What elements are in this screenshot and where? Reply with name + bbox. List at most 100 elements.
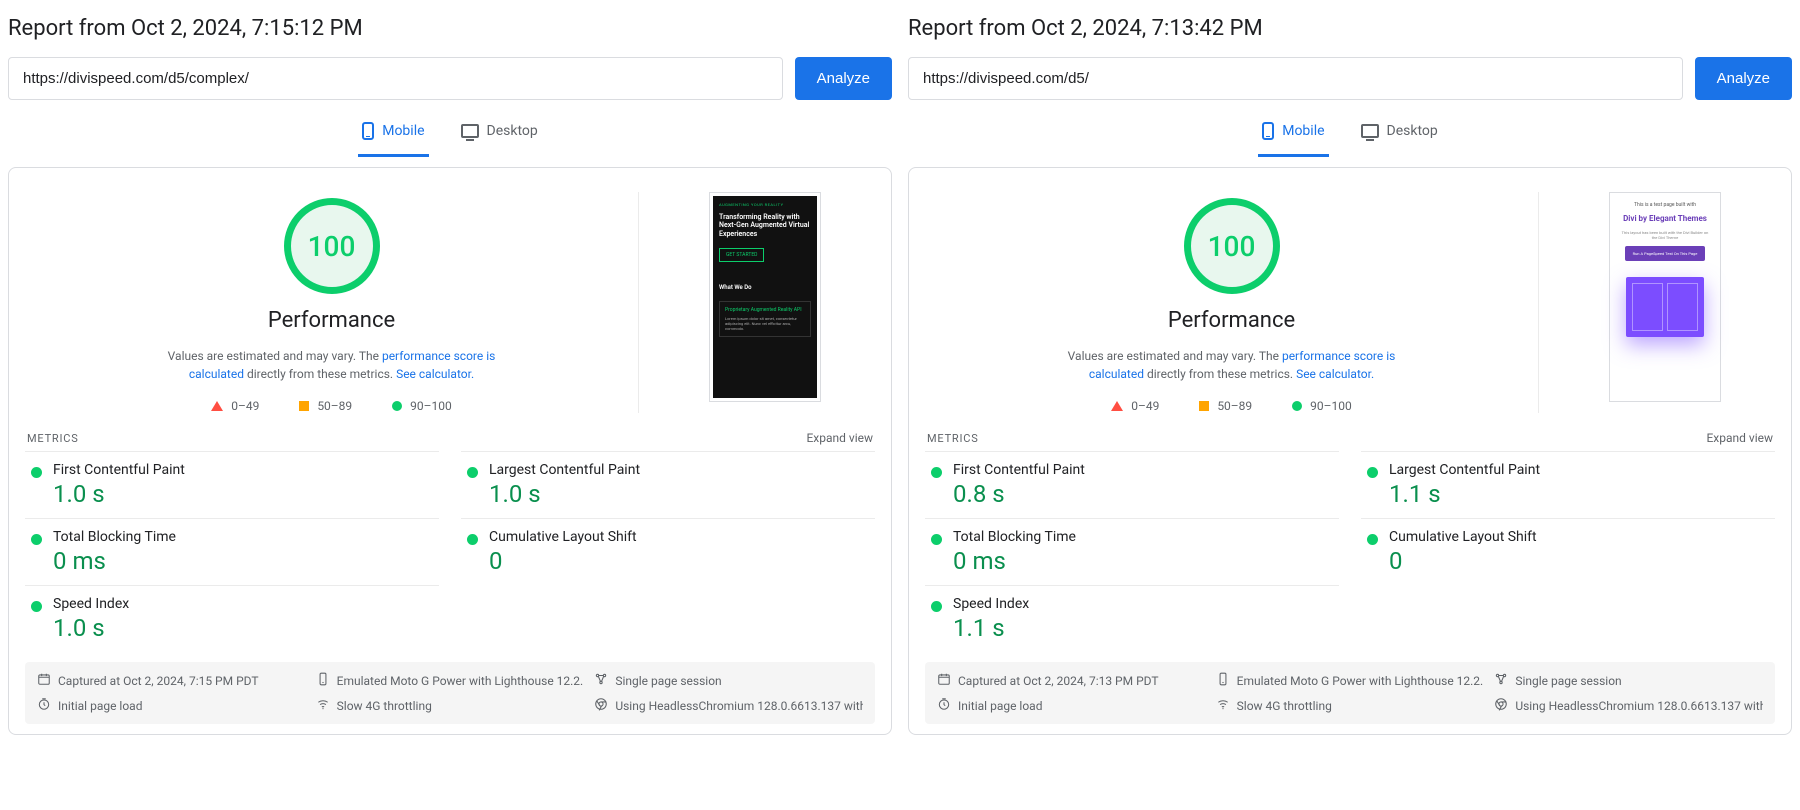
metric-value: 1.0 s	[53, 480, 439, 508]
metric-value: 1.1 s	[953, 614, 1339, 642]
url-input[interactable]	[8, 57, 783, 100]
metric-item: Cumulative Layout Shift 0	[1361, 518, 1775, 585]
browser: Using HeadlessChromium 128.0.6613.137 wi…	[594, 697, 863, 714]
emulated-device: Emulated Moto G Power with Lighthouse 12…	[316, 672, 585, 689]
score-legend: 0–49 50–89 90–100	[35, 399, 628, 413]
thumb-headline: Transforming Reality with Next-Gen Augme…	[719, 213, 811, 238]
metric-name: Total Blocking Time	[953, 529, 1339, 545]
tab-desktop[interactable]: Desktop	[1357, 112, 1442, 157]
see-calculator-link[interactable]: See calculator.	[396, 367, 474, 381]
metric-value: 0.8 s	[953, 480, 1339, 508]
metrics-grid: First Contentful Paint 1.0 s Largest Con…	[25, 451, 875, 652]
metric-item: Largest Contentful Paint 1.1 s	[1361, 451, 1775, 518]
metric-name: Largest Contentful Paint	[1389, 462, 1775, 478]
triangle-icon	[1111, 401, 1123, 411]
captured-at: Captured at Oct 2, 2024, 7:13 PM PDT	[937, 672, 1206, 689]
score-legend: 0–49 50–89 90–100	[935, 399, 1528, 413]
metric-name: Cumulative Layout Shift	[1389, 529, 1775, 545]
timer-icon	[37, 697, 51, 714]
thumb-subhead: What We Do	[719, 284, 811, 291]
url-input[interactable]	[908, 57, 1683, 100]
circle-icon	[1292, 401, 1302, 411]
metric-name: Cumulative Layout Shift	[489, 529, 875, 545]
metric-item: Largest Contentful Paint 1.0 s	[461, 451, 875, 518]
mobile-icon	[362, 122, 374, 140]
thumb-tag: AUGMENTING YOUR REALITY	[719, 202, 811, 207]
metric-item: First Contentful Paint 0.8 s	[925, 451, 1339, 518]
metric-item: Speed Index 1.1 s	[925, 585, 1339, 652]
tab-mobile[interactable]: Mobile	[1258, 112, 1328, 157]
tab-mobile[interactable]: Mobile	[358, 112, 428, 157]
legend-poor: 0–49	[211, 399, 259, 413]
wifi-icon	[1216, 697, 1230, 714]
metric-value: 1.0 s	[53, 614, 439, 642]
mobile-icon	[1262, 122, 1274, 140]
thumb-brand: Divi by Elegant Themes	[1623, 214, 1707, 224]
see-calculator-link[interactable]: See calculator.	[1296, 367, 1374, 381]
thumb-small: This layout has been built with the Divi…	[1619, 230, 1711, 240]
thumb-card: Proprietary Augmented Reality API Lorem …	[719, 301, 811, 337]
metric-value: 1.0 s	[489, 480, 875, 508]
env-footer: Captured at Oct 2, 2024, 7:13 PM PDT Emu…	[925, 662, 1775, 724]
captured-at: Captured at Oct 2, 2024, 7:15 PM PDT	[37, 672, 306, 689]
report-card: 100 Performance Values are estimated and…	[908, 167, 1792, 735]
page-thumbnail: AUGMENTING YOUR REALITY Transforming Rea…	[709, 192, 821, 402]
metrics-grid: First Contentful Paint 0.8 s Largest Con…	[925, 451, 1775, 652]
score-gauge: 100	[284, 198, 380, 294]
thumb-cta: GET STARTED	[719, 248, 764, 262]
calendar-icon	[937, 672, 951, 689]
legend-poor: 0–49	[1111, 399, 1159, 413]
square-icon	[1199, 401, 1209, 411]
report-panel: Report from Oct 2, 2024, 7:15:12 PM Anal…	[8, 8, 892, 735]
chrome-icon	[1494, 697, 1508, 714]
throttling: Slow 4G throttling	[316, 697, 585, 714]
metric-item: First Contentful Paint 1.0 s	[25, 451, 439, 518]
url-row: Analyze	[908, 57, 1792, 100]
network-icon	[1494, 672, 1508, 689]
metrics-label: METRICS	[27, 432, 79, 445]
circle-icon	[392, 401, 402, 411]
metric-name: First Contentful Paint	[53, 462, 439, 478]
phone-icon	[1216, 672, 1230, 689]
expand-view-link[interactable]: Expand view	[1706, 431, 1773, 445]
square-icon	[299, 401, 309, 411]
timer-icon	[937, 697, 951, 714]
analyze-button[interactable]: Analyze	[1695, 57, 1792, 100]
metric-name: Largest Contentful Paint	[489, 462, 875, 478]
legend-good: 90–100	[392, 399, 452, 413]
metric-item: Total Blocking Time 0 ms	[925, 518, 1339, 585]
metric-name: Speed Index	[953, 596, 1339, 612]
device-tabs: Mobile Desktop	[908, 112, 1792, 157]
desktop-icon	[461, 124, 479, 138]
metric-value: 0	[1389, 547, 1775, 575]
chrome-icon	[594, 697, 608, 714]
expand-view-link[interactable]: Expand view	[806, 431, 873, 445]
emulated-device: Emulated Moto G Power with Lighthouse 12…	[1216, 672, 1485, 689]
phone-icon	[316, 672, 330, 689]
network-icon	[594, 672, 608, 689]
score-gauge: 100	[1184, 198, 1280, 294]
thumb-cta: Run A PageSpeed Test On This Page	[1625, 246, 1706, 261]
legend-mid: 50–89	[1199, 399, 1252, 413]
session-type: Single page session	[594, 672, 863, 689]
metrics-label: METRICS	[927, 432, 979, 445]
analyze-button[interactable]: Analyze	[795, 57, 892, 100]
metric-value: 0	[489, 547, 875, 575]
thumb-preview-box	[1626, 277, 1704, 337]
metric-value: 1.1 s	[1389, 480, 1775, 508]
report-card: 100 Performance Values are estimated and…	[8, 167, 892, 735]
desktop-icon	[1361, 124, 1379, 138]
performance-note: Values are estimated and may vary. The p…	[142, 347, 522, 383]
report-title: Report from Oct 2, 2024, 7:15:12 PM	[8, 16, 892, 41]
legend-good: 90–100	[1292, 399, 1352, 413]
load-type: Initial page load	[937, 697, 1206, 714]
load-type: Initial page load	[37, 697, 306, 714]
env-footer: Captured at Oct 2, 2024, 7:15 PM PDT Emu…	[25, 662, 875, 724]
metric-value: 0 ms	[953, 547, 1339, 575]
triangle-icon	[211, 401, 223, 411]
score-value: 100	[308, 230, 356, 263]
metric-item: Total Blocking Time 0 ms	[25, 518, 439, 585]
metric-name: First Contentful Paint	[953, 462, 1339, 478]
tab-desktop[interactable]: Desktop	[457, 112, 542, 157]
throttling: Slow 4G throttling	[1216, 697, 1485, 714]
